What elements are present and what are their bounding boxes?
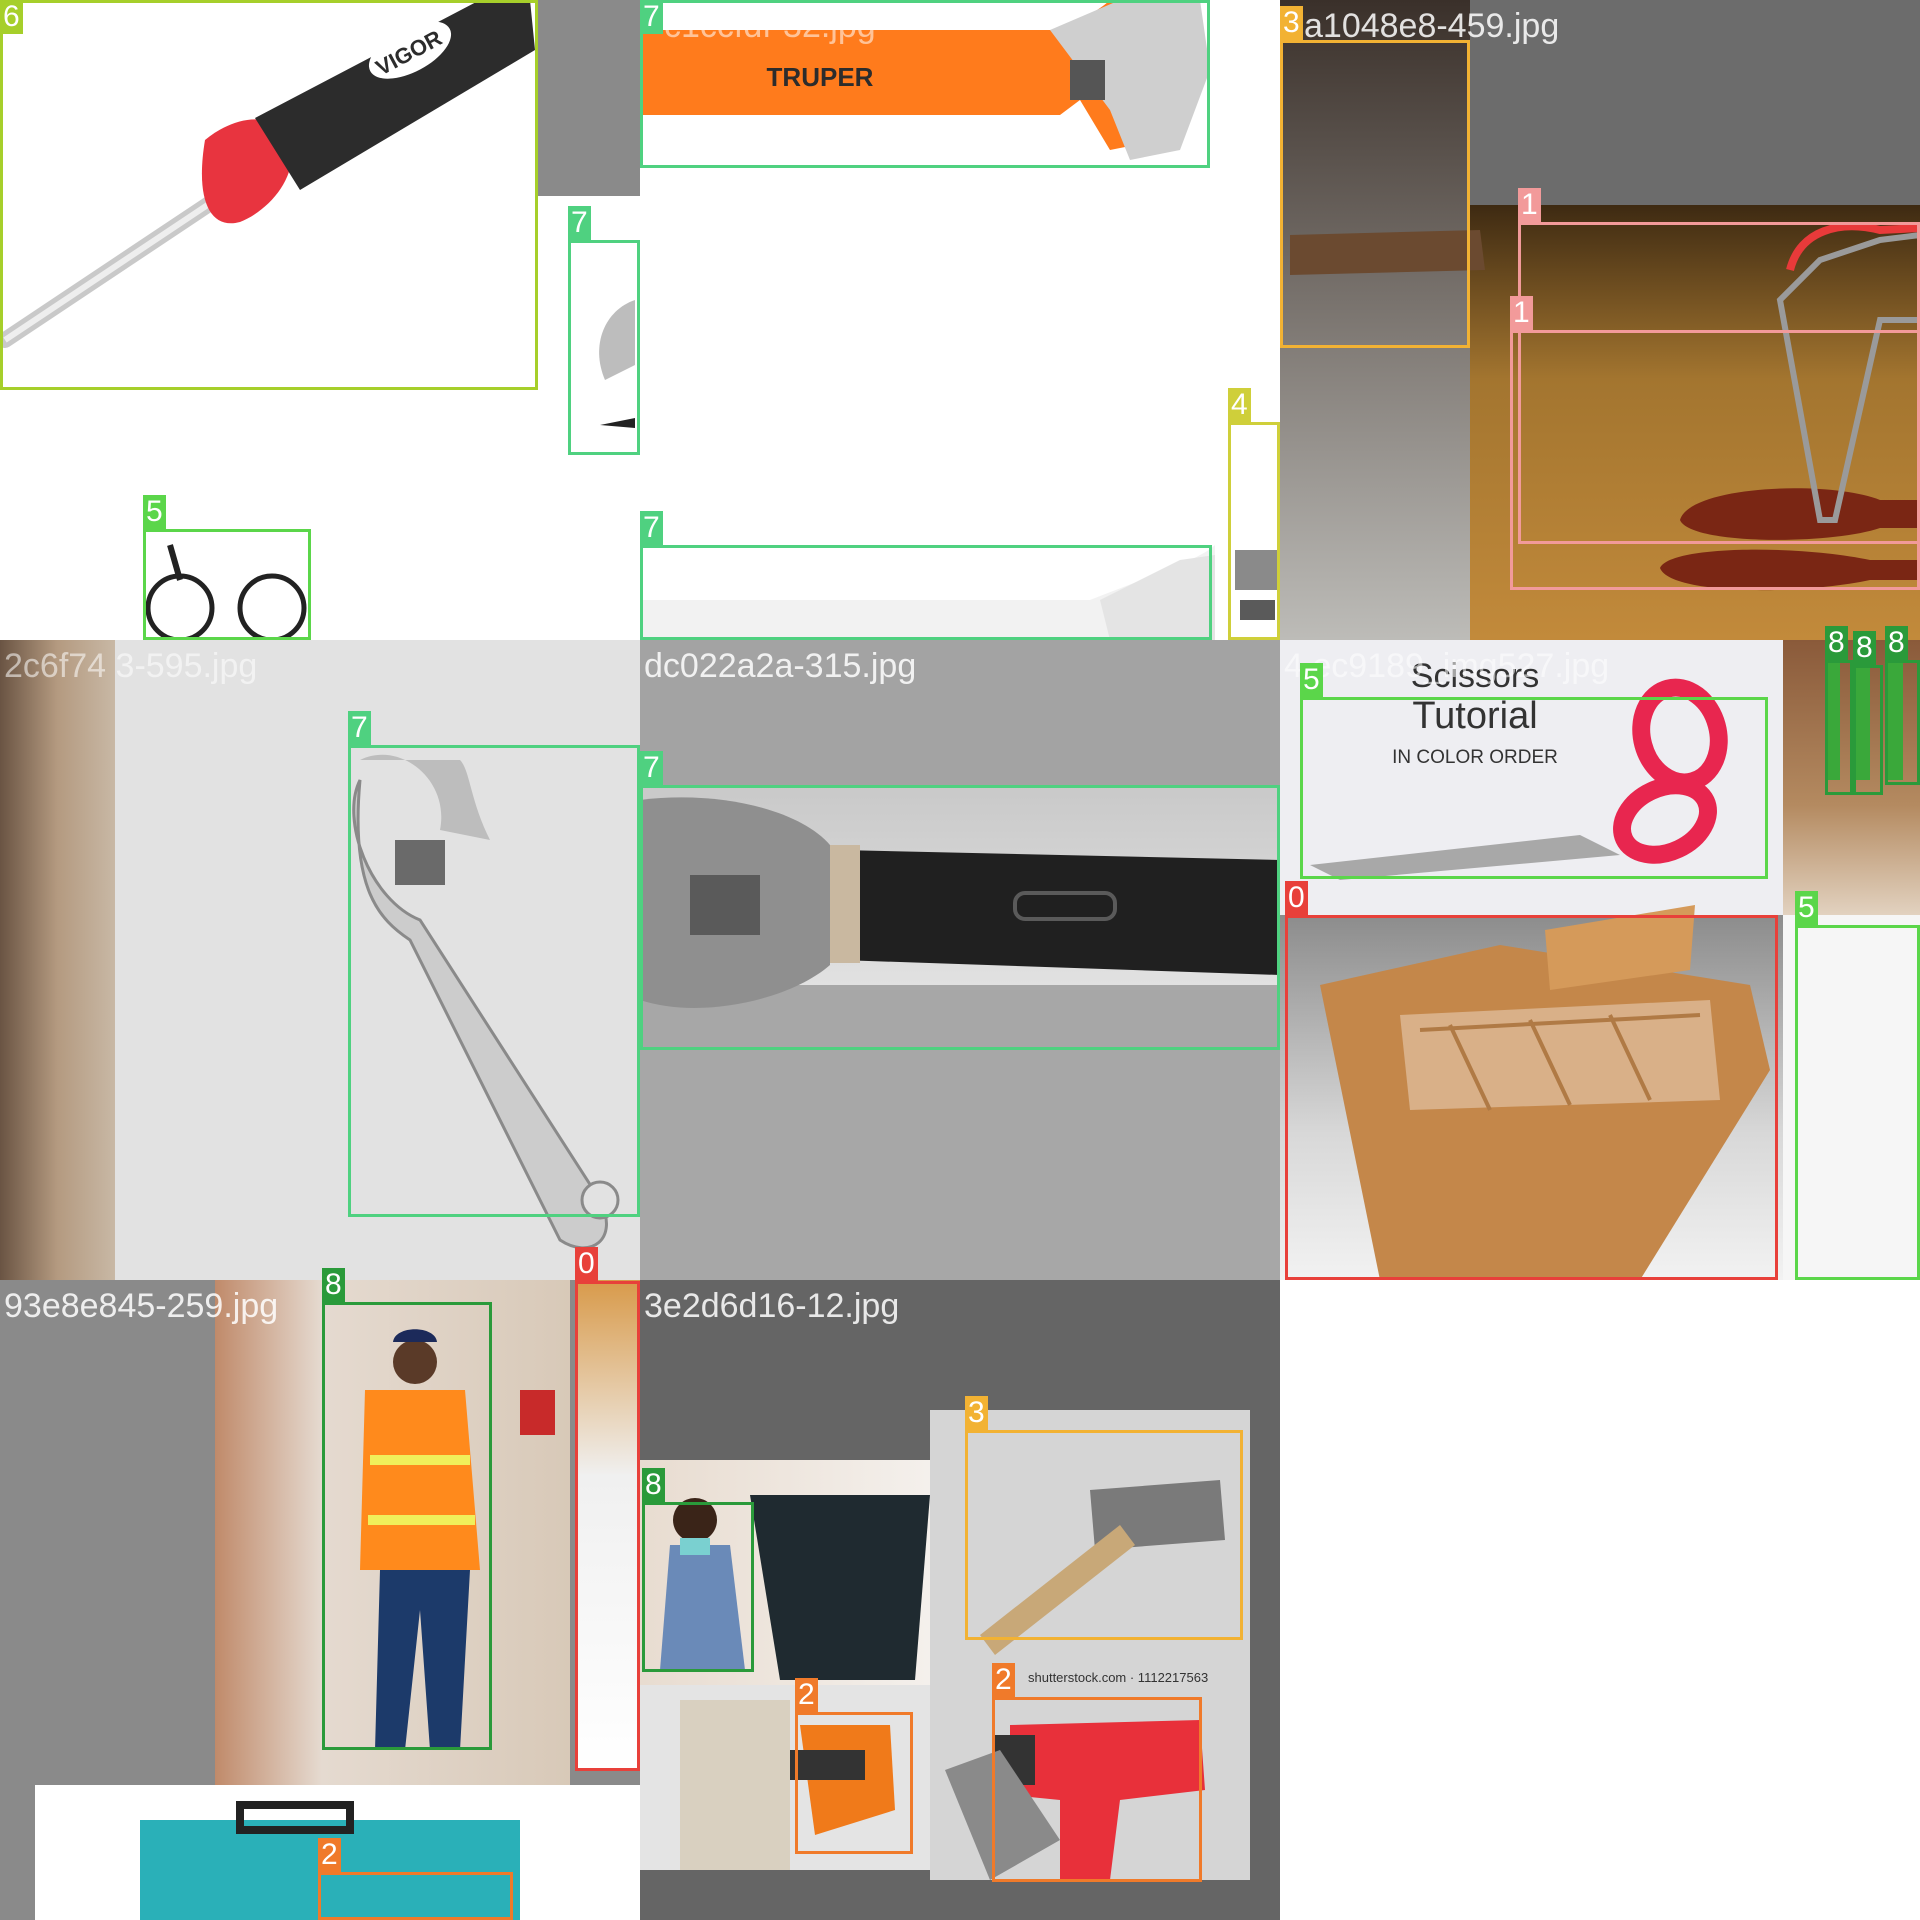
detection-class-tag: 5	[1300, 663, 1323, 697]
detection-box	[640, 545, 1212, 640]
detection-class-tag: 2	[795, 1678, 818, 1712]
detection-box	[1885, 660, 1920, 785]
detection-class-tag: 1	[1510, 296, 1533, 330]
detection-class-tag: 0	[575, 1247, 598, 1281]
detection-box	[322, 1302, 492, 1750]
detection-class-tag: 8	[1885, 626, 1908, 660]
detection-class-tag: 2	[992, 1663, 1015, 1697]
detection-class-tag: 8	[322, 1268, 345, 1302]
detection-box	[1228, 422, 1280, 640]
detection-box	[0, 0, 538, 390]
detection-box	[640, 785, 1280, 1050]
detection-box	[1280, 40, 1470, 348]
detection-class-tag: 6	[0, 0, 23, 34]
detection-class-tag: 1	[1518, 188, 1541, 222]
detection-class-tag: 7	[348, 711, 371, 745]
detection-class-tag: 5	[143, 495, 166, 529]
detection-class-tag: 5	[1795, 891, 1818, 925]
detection-box	[965, 1430, 1243, 1640]
detection-box	[1285, 915, 1778, 1280]
detection-box	[1795, 925, 1920, 1280]
detection-box	[642, 1502, 754, 1672]
detection-box	[575, 1281, 640, 1771]
detection-class-tag: 7	[640, 751, 663, 785]
detection-class-tag: 8	[642, 1468, 665, 1502]
detection-boxes: 677754311775888058028322	[0, 0, 1920, 1920]
detection-class-tag: 3	[965, 1396, 988, 1430]
detection-class-tag: 4	[1228, 388, 1251, 422]
detection-box	[992, 1697, 1202, 1882]
detection-box	[640, 0, 1210, 168]
detection-box	[1825, 660, 1853, 795]
detection-box	[1300, 697, 1768, 879]
detection-box	[1510, 330, 1920, 590]
detection-box	[318, 1872, 513, 1920]
detection-class-tag: 2	[318, 1838, 341, 1872]
detection-box	[1518, 222, 1920, 544]
detection-class-tag: 3	[1280, 6, 1303, 40]
detection-box	[143, 529, 311, 640]
detection-box	[1853, 665, 1883, 795]
detection-class-tag: 8	[1853, 631, 1876, 665]
detection-class-tag: 7	[568, 206, 591, 240]
detection-class-tag: 8	[1825, 626, 1848, 660]
detection-class-tag: 7	[640, 511, 663, 545]
detection-class-tag: 0	[1285, 881, 1308, 915]
detection-class-tag: 7	[640, 0, 663, 34]
detection-box	[348, 745, 640, 1217]
detection-box	[568, 240, 640, 455]
detection-box	[795, 1712, 913, 1854]
